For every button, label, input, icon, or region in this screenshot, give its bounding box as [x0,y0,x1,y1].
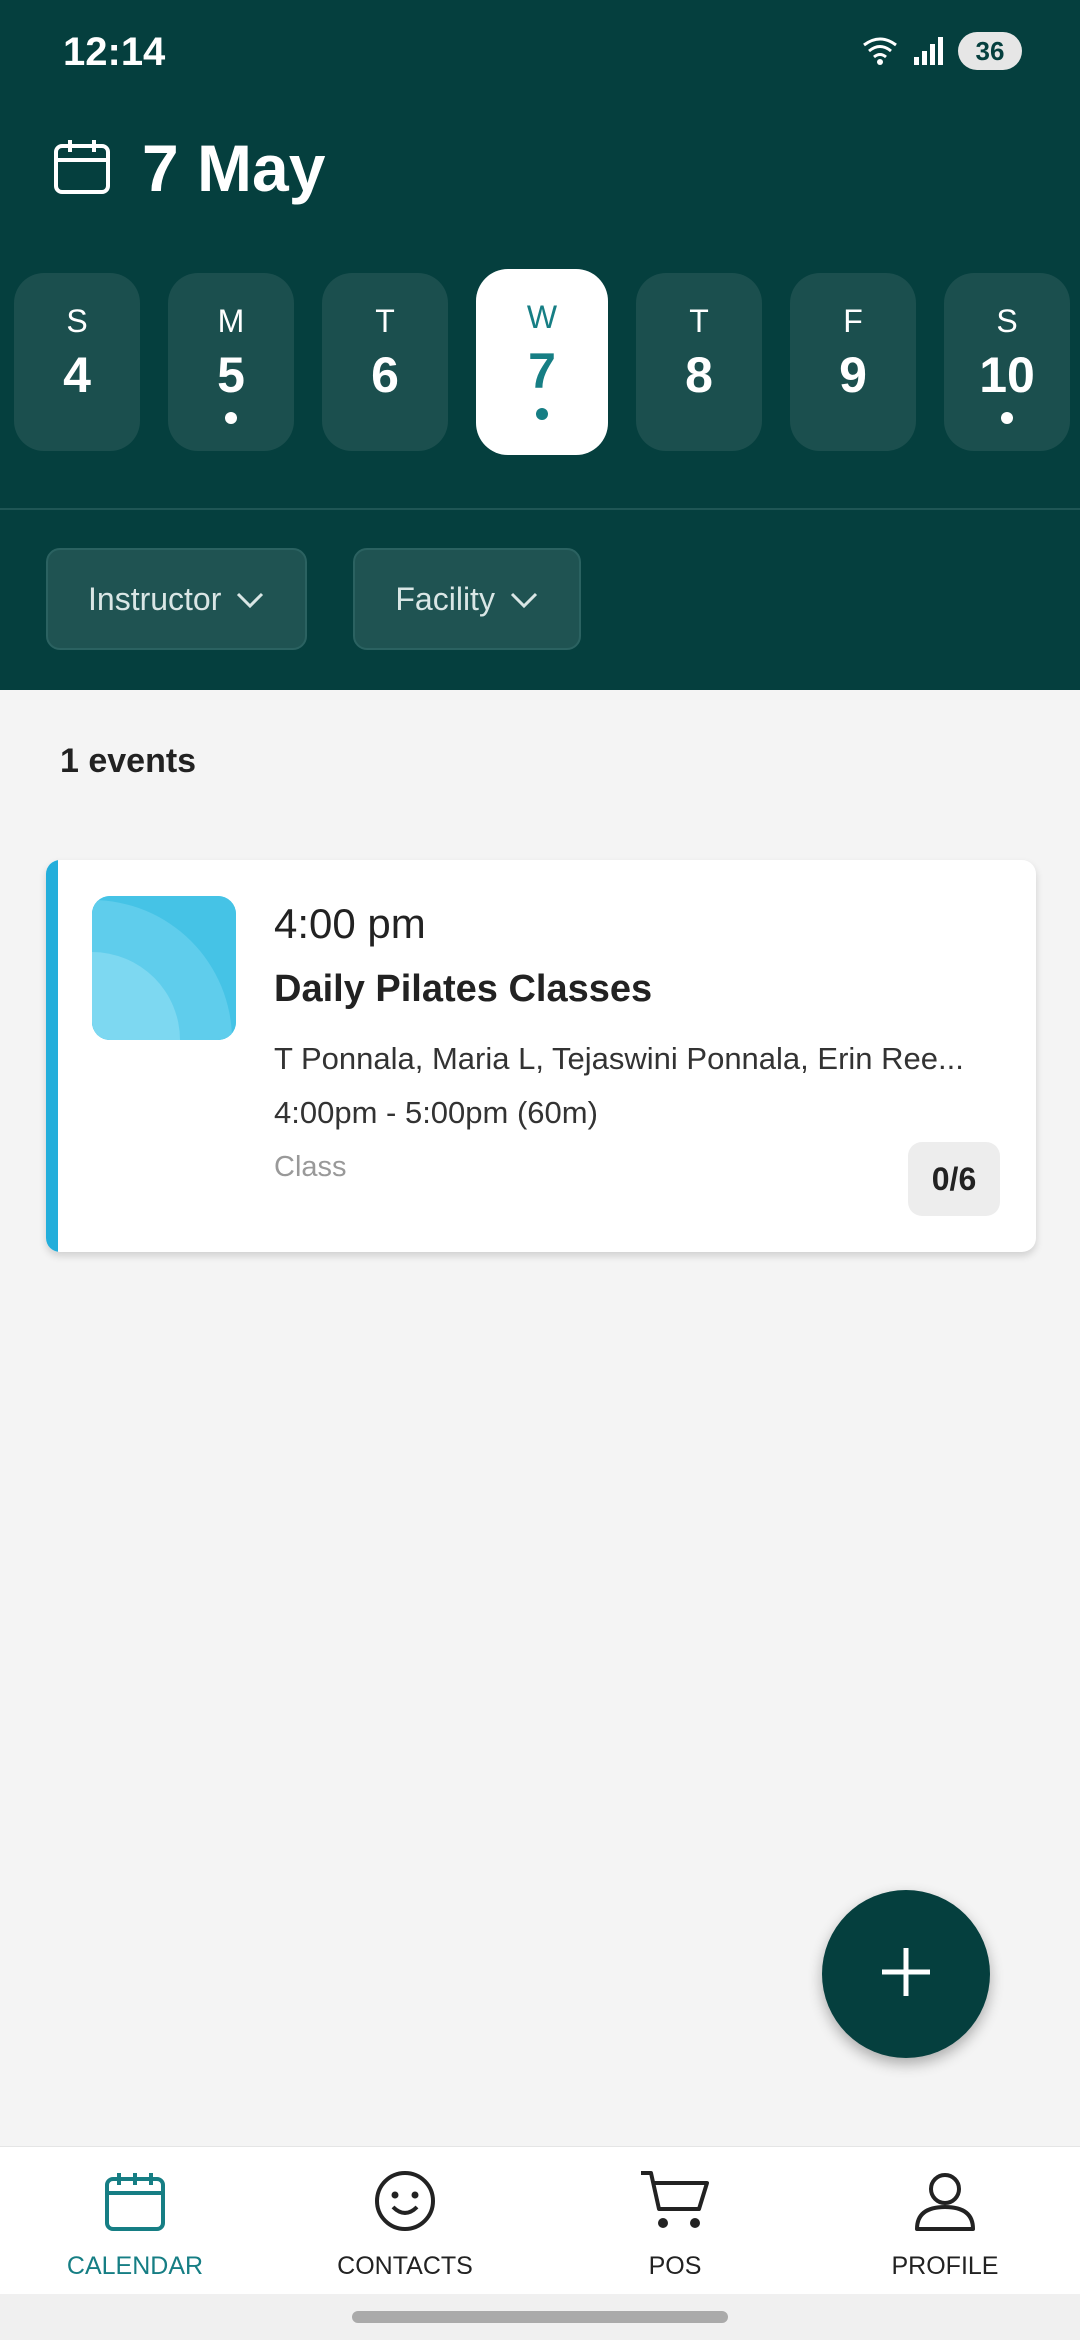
day-of-week: T [375,303,395,339]
day-number: 8 [685,347,713,403]
instructor-filter-label: Instructor [88,580,222,617]
facility-filter-label: Facility [395,580,495,617]
event-type: Class [274,1151,347,1183]
event-instructors: T Ponnala, Maria L, Tejaswini Ponnala, E… [274,1041,964,1076]
day-item[interactable]: T6 [322,273,448,451]
day-number: 7 [528,343,556,399]
bottom-nav: CALENDAR CONTACTS POS PROFILE [0,2146,1080,2294]
event-duration: 4:00pm - 5:00pm (60m) [274,1095,598,1130]
day-item[interactable]: T8 [636,273,762,451]
wifi-icon [860,35,900,67]
event-thumbnail [92,896,236,1040]
header-divider [0,508,1080,510]
day-of-week: T [689,303,709,339]
day-number: 6 [371,347,399,403]
cart-icon [639,2169,711,2238]
chevron-down-icon [509,581,539,618]
day-of-week: M [217,303,245,339]
day-number: 9 [839,347,867,403]
event-title: Daily Pilates Classes [274,968,653,1010]
chevron-down-icon [235,581,265,618]
event-details: 4:00 pm Daily Pilates Classes T Ponnala,… [274,900,1006,1184]
event-dot [225,412,237,424]
page-title: 7 May [142,131,326,205]
nav-item-contacts[interactable]: CONTACTS [270,2147,540,2294]
nav-item-pos[interactable]: POS [540,2147,810,2294]
instructor-filter-button[interactable]: Instructor [46,548,308,650]
plus-icon [878,1944,934,2005]
nav-label: POS [648,2252,702,2280]
calendar-icon [52,136,112,201]
home-gesture-bar[interactable] [352,2311,728,2323]
calendar-icon [103,2169,167,2238]
event-dot [1001,412,1013,424]
facility-filter-button[interactable]: Facility [353,548,581,650]
status-time: 12:14 [63,30,166,74]
date-header[interactable]: 7 May [52,130,325,206]
day-of-week: S [66,303,88,339]
event-time: 4:00 pm [274,900,426,947]
signal-icon [912,35,946,67]
day-item[interactable]: F9 [790,273,916,451]
nav-item-calendar[interactable]: CALENDAR [0,2147,270,2294]
day-number: 5 [217,347,245,403]
week-day-selector: S4 M5 T6 W7 T8 F9 S 10 [14,269,1070,455]
status-icons: 36 [860,32,1022,70]
filter-bar: Instructor Facility [46,548,581,650]
nav-label: CALENDAR [66,2252,204,2280]
nav-label: CONTACTS [337,2252,473,2280]
nav-item-profile[interactable]: PROFILE [810,2147,1080,2294]
day-item[interactable]: M5 [168,273,294,451]
day-item[interactable]: S 10 [944,273,1070,451]
add-event-button[interactable] [822,1890,990,2058]
capacity-badge: 0/6 [908,1142,1000,1216]
person-icon [913,2169,977,2238]
status-bar: 12:14 36 [0,0,1080,110]
events-count: 1 events [60,742,197,780]
day-item[interactable]: S4 [14,273,140,451]
day-of-week: F [843,303,863,339]
day-item-selected[interactable]: W7 [476,269,608,455]
day-number: 10 [979,347,1035,403]
smiley-icon [373,2169,437,2238]
header: 12:14 36 7 May S4 M5 T6 W7 T8 F9 S 10 Ins… [0,0,1080,690]
event-accent-bar [46,860,58,1252]
event-card[interactable]: 4:00 pm Daily Pilates Classes T Ponnala,… [46,860,1036,1252]
event-dot [536,408,548,420]
day-of-week: W [526,299,558,335]
day-number: 4 [63,347,91,403]
battery-indicator: 36 [958,32,1022,70]
day-of-week: S [996,303,1018,339]
nav-label: PROFILE [891,2252,999,2280]
